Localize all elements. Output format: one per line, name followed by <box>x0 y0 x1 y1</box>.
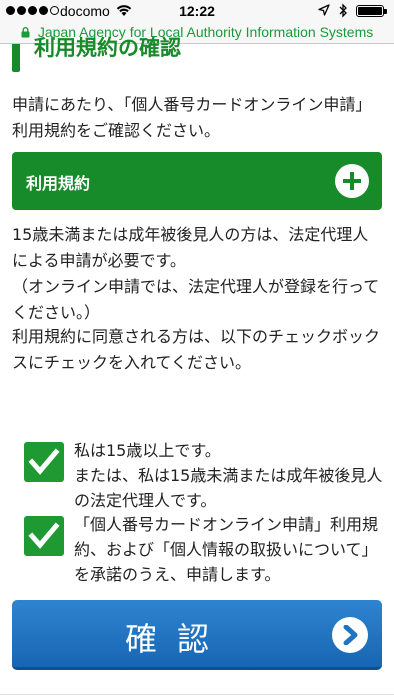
age-confirm-line-1: 私は15歳以上です。 <box>74 441 221 460</box>
confirm-button-label: 確認 <box>124 620 229 658</box>
status-bar: docomo 12:22 <box>0 0 394 22</box>
page-bottom-edge <box>0 694 394 700</box>
age-confirm-line-2: または、私は15歳未満または成年被後見人の法定代理人です。 <box>74 466 383 510</box>
plus-icon[interactable] <box>335 164 369 198</box>
terms-accordion[interactable]: 利用規約 <box>12 152 382 210</box>
section-header: 利用規約の確認 <box>12 36 382 74</box>
checkmark-icon <box>28 522 60 549</box>
notice-line-2: （オンライン申請では、法定代理人が登録を行ってください。） <box>12 277 380 322</box>
section-title: 利用規約の確認 <box>34 36 181 60</box>
battery-icon <box>356 5 387 17</box>
agree-instruction: 利用規約に同意される方は、以下のチェックボックスにチェックを入れてください。 <box>12 327 381 372</box>
bluetooth-icon <box>339 3 347 18</box>
terms-agree-label: 「個人番号カードオンライン申請」利用規約、および「個人情報の取扱いについて」を承… <box>74 515 379 584</box>
clock: 12:22 <box>179 3 215 19</box>
notice-line-1: 15歳未満または成年被後見人の方は、法定代理人による申請が必要です。 <box>12 225 369 270</box>
location-arrow-icon <box>318 4 330 16</box>
terms-agree-checkbox[interactable] <box>24 516 64 556</box>
chevron-right-icon <box>332 617 368 653</box>
age-confirm-label: 私は15歳以上です。 または、私は15歳未満または成年被後見人の法定代理人です。 <box>74 438 386 513</box>
intro-text: 申請にあたり、「個人番号カードオンライン申請」利用規約をご確認ください。 <box>12 95 372 140</box>
checkmark-icon <box>28 448 60 475</box>
terms-accordion-label: 利用規約 <box>26 174 91 193</box>
notice-text: 15歳未満または成年被後見人の方は、法定代理人による申請が必要です。 （オンライ… <box>12 222 384 326</box>
section-accent-bar <box>12 44 20 72</box>
lock-icon <box>21 27 30 38</box>
age-confirm-checkbox[interactable] <box>24 442 64 482</box>
confirm-button[interactable]: 確認 <box>12 600 382 670</box>
